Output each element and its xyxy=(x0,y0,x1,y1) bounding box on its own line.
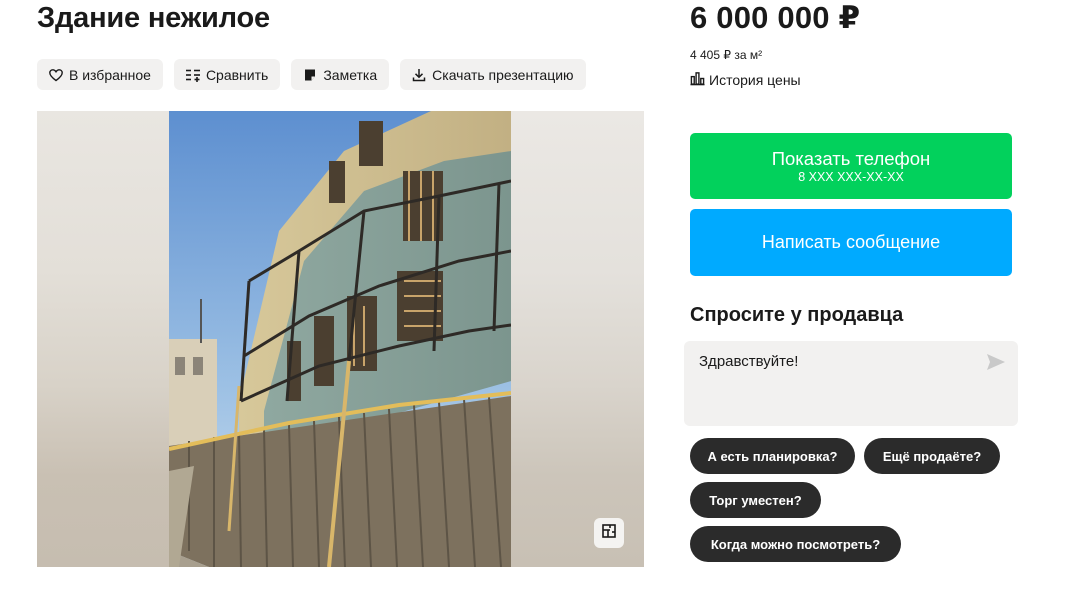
download-presentation-label: Скачать презентацию xyxy=(432,66,574,83)
write-message-label: Написать сообщение xyxy=(761,232,941,252)
message-input[interactable]: Здравствуйте! xyxy=(684,341,1018,426)
quick-question-chip[interactable]: Когда можно посмотреть? xyxy=(690,526,901,562)
floor-plan-button[interactable] xyxy=(594,518,624,548)
compare-icon xyxy=(185,67,201,83)
bar-chart-icon xyxy=(690,71,709,89)
gallery-blur-left xyxy=(37,111,169,567)
listing-actions: В избранное Сравнить Заметка Скачать пре… xyxy=(37,59,586,90)
quick-question-chip[interactable]: Торг уместен? xyxy=(690,482,821,518)
favorite-label: В избранное xyxy=(69,66,151,83)
quick-question-chip[interactable]: Ещё продаёте? xyxy=(864,438,1000,474)
floor-plan-icon xyxy=(601,523,617,544)
favorite-button[interactable]: В избранное xyxy=(37,59,163,90)
compare-label: Сравнить xyxy=(205,66,269,83)
download-icon xyxy=(411,67,427,83)
ask-seller-title: Спросите у продавца xyxy=(690,304,904,326)
listing-title: Здание нежилое xyxy=(37,2,270,34)
price-history-link[interactable]: История цены xyxy=(690,71,801,89)
main-photo[interactable] xyxy=(169,111,511,567)
message-text[interactable]: Здравствуйте! xyxy=(699,353,798,370)
quick-question-chip[interactable]: А есть планировка? xyxy=(690,438,855,474)
note-label: Заметка xyxy=(323,66,378,83)
note-icon xyxy=(302,67,318,83)
note-button[interactable]: Заметка xyxy=(291,59,390,90)
price-history-label: История цены xyxy=(709,72,801,88)
heart-icon xyxy=(48,67,64,83)
photo-gallery[interactable] xyxy=(37,111,644,567)
write-message-button[interactable]: Написать сообщение xyxy=(690,209,1012,276)
phone-mask: 8 XXX XXX-XX-XX xyxy=(798,169,904,184)
show-phone-label: Показать телефон xyxy=(771,147,931,169)
compare-button[interactable]: Сравнить xyxy=(173,59,281,90)
price: 6 000 000 ₽ xyxy=(690,0,861,35)
gallery-blur-right xyxy=(511,111,644,567)
download-presentation-button[interactable]: Скачать презентацию xyxy=(400,59,586,90)
price-per-m2: 4 405 ₽ за м² xyxy=(690,48,763,62)
show-phone-button[interactable]: Показать телефон 8 XXX XXX-XX-XX xyxy=(690,133,1012,199)
send-icon[interactable] xyxy=(986,353,1006,371)
